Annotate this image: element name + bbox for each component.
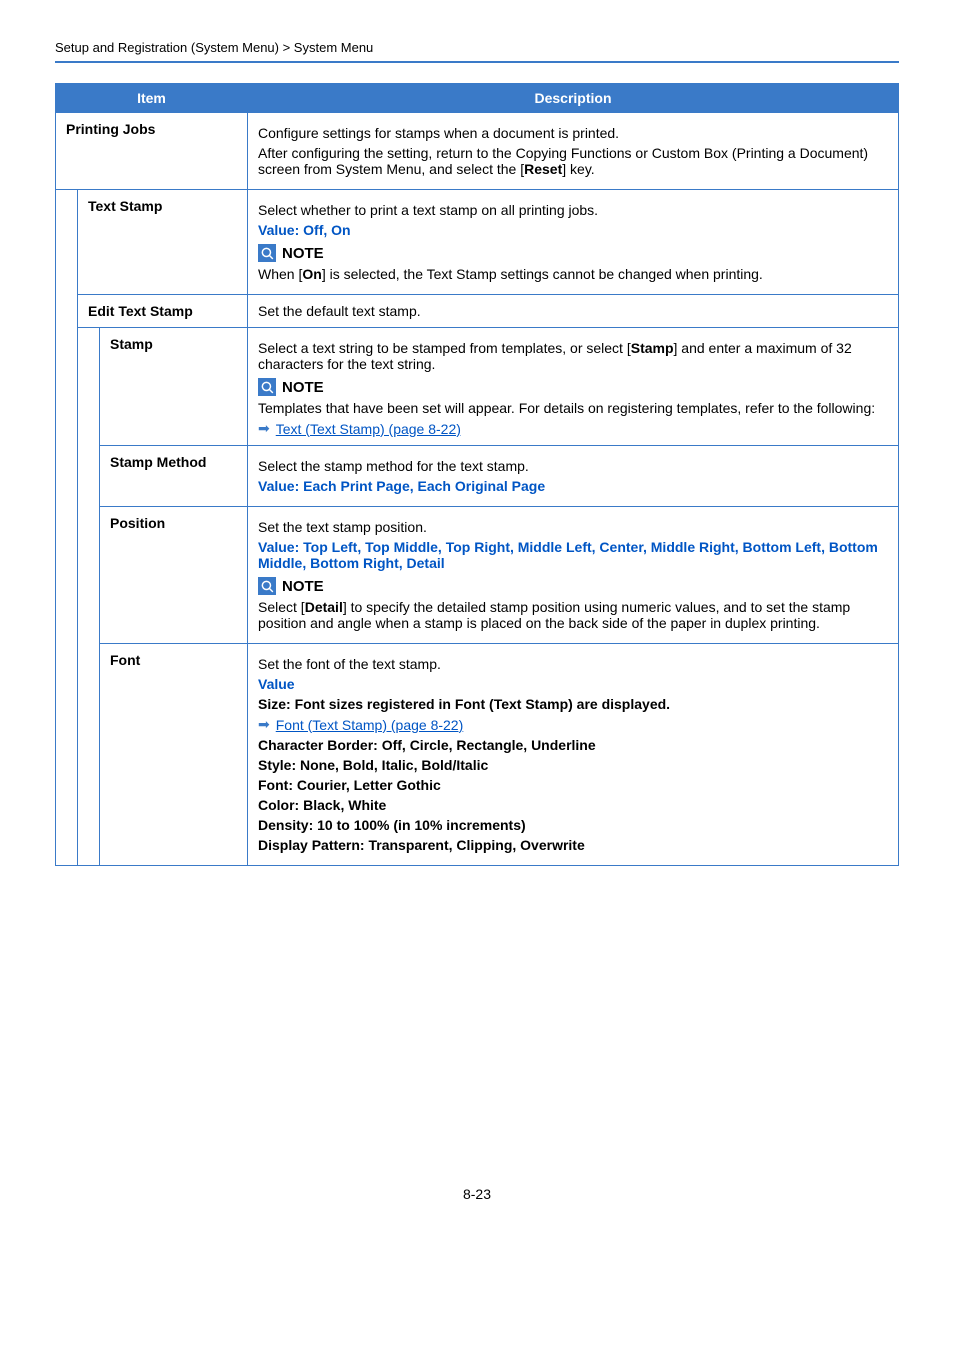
text: Set the font of the text stamp. [258,656,888,672]
indent-spacer [56,190,78,866]
text: Set the text stamp position. [258,519,888,535]
text: Display Pattern: Transparent, Clipping, … [258,837,888,853]
link-font-text-stamp[interactable]: Font (Text Stamp) (page 8-22) [276,717,464,733]
link-row: ➡ Font (Text Stamp) (page 8-22) [258,716,888,733]
text: Size: Font sizes registered in Font (Tex… [258,696,888,712]
text: Character Border: Off, Circle, Rectangle… [258,737,888,753]
note-callout: NOTE [258,244,888,262]
link-text-text-stamp[interactable]: Text (Text Stamp) (page 8-22) [276,421,461,437]
text: Select [Detail] to specify the detailed … [258,599,888,631]
page-number: 8-23 [55,1186,899,1202]
text: Configure settings for stamps when a doc… [258,125,888,141]
arrow-icon: ➡ [258,716,270,733]
text: Font: Courier, Letter Gothic [258,777,888,793]
note-icon [258,378,276,396]
label-stamp-method: Stamp Method [100,446,248,507]
text: Select whether to print a text stamp on … [258,202,888,218]
row-stamp: Stamp Select a text string to be stamped… [56,328,899,446]
text: After configuring the setting, return to… [258,145,888,177]
text: When [On] is selected, the Text Stamp se… [258,266,888,282]
text: Density: 10 to 100% (in 10% increments) [258,817,888,833]
value-line: Value: Each Print Page, Each Original Pa… [258,478,888,494]
desc-printing-jobs: Configure settings for stamps when a doc… [248,113,899,190]
label-text-stamp: Text Stamp [78,190,248,295]
desc-position: Set the text stamp position. Value: Top … [248,507,899,644]
label-font: Font [100,644,248,866]
text: Color: Black, White [258,797,888,813]
label-edit-text-stamp: Edit Text Stamp [78,295,248,328]
text: Style: None, Bold, Italic, Bold/Italic [258,757,888,773]
text: Templates that have been set will appear… [258,400,888,416]
header-description: Description [248,84,899,113]
row-position: Position Set the text stamp position. Va… [56,507,899,644]
header-divider [55,61,899,63]
value-line: Value: Top Left, Top Middle, Top Right, … [258,539,888,571]
label-printing-jobs: Printing Jobs [56,113,248,190]
row-edit-text-stamp: Edit Text Stamp Set the default text sta… [56,295,899,328]
header-item: Item [56,84,248,113]
desc-text-stamp: Select whether to print a text stamp on … [248,190,899,295]
indent-spacer [78,328,100,866]
breadcrumb: Setup and Registration (System Menu) > S… [55,40,899,55]
label-position: Position [100,507,248,644]
value-line: Value: Off, On [258,222,888,238]
arrow-icon: ➡ [258,420,270,437]
note-icon [258,244,276,262]
desc-edit-text-stamp: Set the default text stamp. [248,295,899,328]
desc-stamp-method: Select the stamp method for the text sta… [248,446,899,507]
link-row: ➡ Text (Text Stamp) (page 8-22) [258,420,888,437]
settings-table: Item Description Printing Jobs Configure… [55,83,899,866]
desc-stamp: Select a text string to be stamped from … [248,328,899,446]
note-callout: NOTE [258,378,888,396]
text: Select a text string to be stamped from … [258,340,888,372]
note-icon [258,577,276,595]
note-callout: NOTE [258,577,888,595]
row-stamp-method: Stamp Method Select the stamp method for… [56,446,899,507]
row-text-stamp: Text Stamp Select whether to print a tex… [56,190,899,295]
value-label: Value [258,676,888,692]
row-printing-jobs: Printing Jobs Configure settings for sta… [56,113,899,190]
label-stamp: Stamp [100,328,248,446]
desc-font: Set the font of the text stamp. Value Si… [248,644,899,866]
row-font: Font Set the font of the text stamp. Val… [56,644,899,866]
text: Select the stamp method for the text sta… [258,458,888,474]
